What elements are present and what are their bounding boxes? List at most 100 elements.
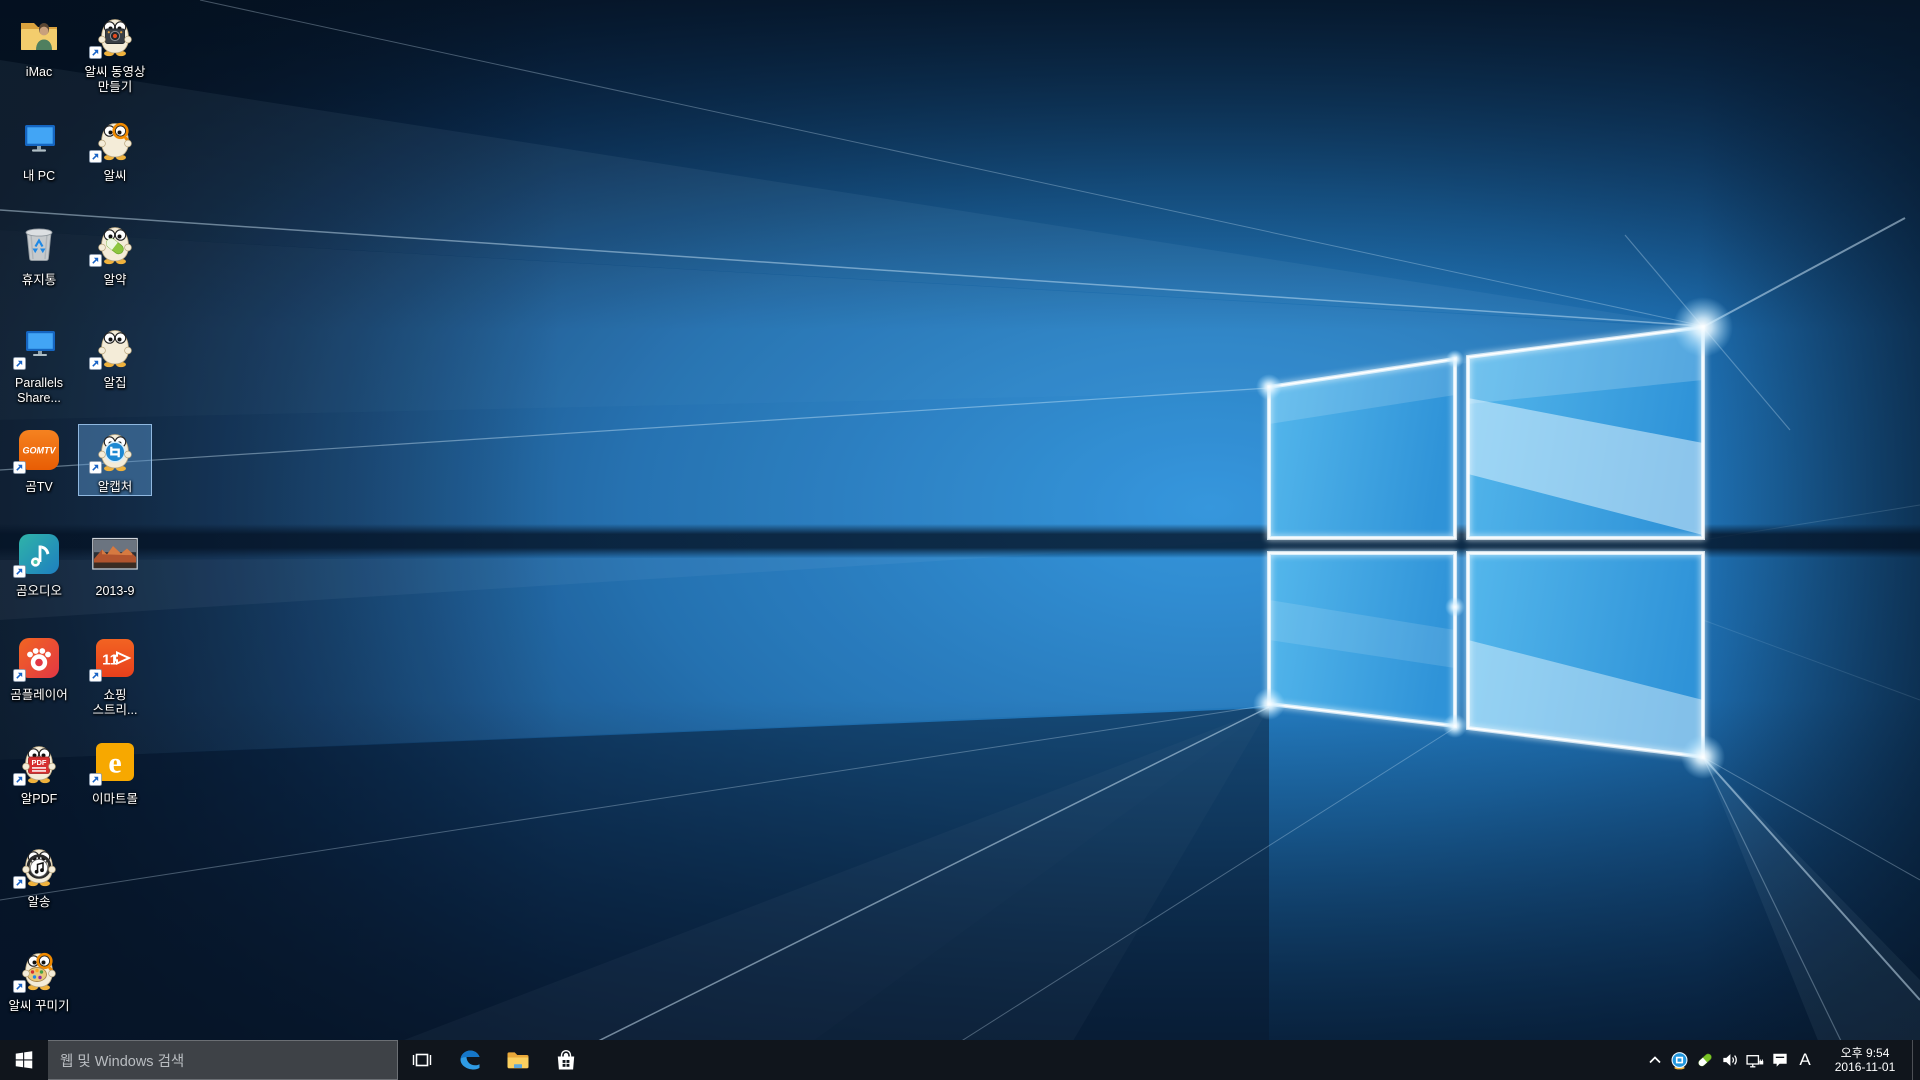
show-desktop-button[interactable] (1912, 1040, 1920, 1080)
desktop-icon-label: 알씨 (79, 169, 151, 184)
desktop-icon-label: 곰플레이어 (3, 688, 75, 703)
desktop-icon-alsee[interactable]: 알씨 (78, 113, 152, 185)
alsee-decorate-icon (16, 946, 62, 992)
desktop-icon-alsee-video-maker[interactable]: 알씨 동영상 만들기 (78, 9, 152, 96)
alsong-icon (16, 842, 62, 888)
action-center-icon (1770, 1050, 1790, 1070)
desktop-icon-label: 내 PC (3, 169, 75, 184)
edge-button[interactable] (446, 1040, 494, 1080)
desktop-icon-label: 알약 (79, 273, 151, 288)
task-view-button[interactable] (398, 1040, 446, 1080)
taskbar-clock[interactable]: 오후 9:54 2016-11-01 (1818, 1040, 1912, 1080)
clock-date: 2016-11-01 (1822, 1060, 1908, 1074)
taskbar: 웹 및 Windows 검색 A 오후 9:54 2016-11-01 (0, 1040, 1920, 1080)
taskbar-search-input[interactable]: 웹 및 Windows 검색 (48, 1040, 398, 1080)
gomtv-icon: GOMTV (16, 427, 62, 473)
tray-alyac-tray[interactable] (1692, 1040, 1717, 1080)
desktop-icon-alsong[interactable]: 알송 (2, 839, 76, 911)
edge-icon (457, 1047, 483, 1073)
shortcut-arrow-icon (13, 669, 26, 682)
svg-text:e: e (108, 747, 121, 780)
svg-text:PDF: PDF (32, 758, 47, 767)
gomplayer-icon (16, 635, 62, 681)
desktop-icon-label: 알씨 동영상 만들기 (79, 65, 151, 95)
shortcut-arrow-icon (89, 357, 102, 370)
speaker-icon (1720, 1050, 1740, 1070)
alzip-icon (92, 323, 138, 369)
alcapture-icon (92, 427, 138, 473)
desktop-icon-alcapture[interactable]: 알캡처 (78, 424, 152, 496)
tray-action-center[interactable] (1767, 1040, 1792, 1080)
emart-icon: e (92, 739, 138, 785)
desktop-icon-label: 알송 (3, 895, 75, 910)
ime-indicator[interactable]: A (1792, 1040, 1818, 1080)
gomaudio-icon (16, 531, 62, 577)
shortcut-arrow-icon (13, 980, 26, 993)
parallels-pc-icon (16, 323, 62, 369)
desktop-icon-label: 곰TV (3, 480, 75, 495)
shortcut-arrow-icon (89, 669, 102, 682)
shortcut-arrow-icon (13, 876, 26, 889)
shortcut-arrow-icon (13, 773, 26, 786)
shortcut-arrow-icon (13, 357, 26, 370)
desktop-icon-emart-mall[interactable]: e이마트몰 (78, 736, 152, 808)
desktop-icon-imac[interactable]: iMac (2, 9, 76, 81)
desktop-icon-shopping-11st[interactable]: 11 쇼핑 스트리... (78, 632, 152, 719)
photo-thumbnail-icon (92, 531, 138, 577)
shortcut-arrow-icon (89, 773, 102, 786)
desktop-icon-parallels-shared[interactable]: Parallels Share... (2, 320, 76, 407)
network-icon (1744, 1050, 1765, 1071)
desktop-icon-alsee-decorate[interactable]: 알씨 꾸미기 (2, 943, 76, 1015)
desktop-icon-label: 곰오디오 (3, 584, 75, 599)
desktop-icon-label: 알PDF (3, 792, 75, 807)
store-button[interactable] (542, 1040, 590, 1080)
shortcut-arrow-icon (89, 254, 102, 267)
recycle-bin-icon (16, 220, 62, 266)
alsee-icon (92, 116, 138, 162)
shortcut-arrow-icon (89, 46, 102, 59)
system-tray: A 오후 9:54 2016-11-01 (1642, 1040, 1920, 1080)
alpdf-icon: PDF (16, 739, 62, 785)
search-placeholder: 웹 및 Windows 검색 (60, 1050, 184, 1071)
desktop-icon-photo-2013-9[interactable]: 2013-9 (78, 528, 152, 600)
file-explorer-button[interactable] (494, 1040, 542, 1080)
this-pc-icon (16, 116, 62, 162)
desktop-icon-label: 2013-9 (79, 584, 151, 599)
shortcut-arrow-icon (89, 150, 102, 163)
alcapture-tray-icon (1670, 1051, 1689, 1070)
desktop-icon-gomtv[interactable]: GOMTV 곰TV (2, 424, 76, 496)
shortcut-arrow-icon (13, 461, 26, 474)
tray-alcapture-tray[interactable] (1667, 1040, 1692, 1080)
desktop-icon-label: 알캡처 (79, 480, 151, 495)
shortcut-arrow-icon (89, 461, 102, 474)
pill-icon (1695, 1050, 1715, 1070)
desktop-icon-alyac[interactable]: 알약 (78, 217, 152, 289)
desktop-icon-alzip[interactable]: 알집 (78, 320, 152, 392)
clock-time: 오후 9:54 (1822, 1046, 1908, 1060)
desktop-icon-label: 휴지통 (3, 273, 75, 288)
tray-network[interactable] (1742, 1040, 1767, 1080)
desktop-icon-recycle-bin[interactable]: 휴지통 (2, 217, 76, 289)
shortcut-arrow-icon (13, 565, 26, 578)
tray-hidden-icons[interactable] (1642, 1040, 1667, 1080)
windows-start-icon (13, 1049, 35, 1071)
task-view-icon (410, 1048, 434, 1072)
tray-volume[interactable] (1717, 1040, 1742, 1080)
desktop-icon-my-pc[interactable]: 내 PC (2, 113, 76, 185)
folder-user-icon (16, 12, 62, 58)
svg-text:GOMTV: GOMTV (23, 446, 57, 456)
desktop-icon-label: Parallels Share... (3, 376, 75, 406)
desktop-icon-gomplayer[interactable]: 곰플레이어 (2, 632, 76, 704)
alyac-icon (92, 220, 138, 266)
desktop-icon-label: 쇼핑 스트리... (79, 688, 151, 718)
desktop-icon-label: 알집 (79, 376, 151, 391)
start-button[interactable] (0, 1040, 48, 1080)
desktop-icon-label: 알씨 꾸미기 (3, 999, 75, 1014)
desktop-icon-gomaudio[interactable]: 곰오디오 (2, 528, 76, 600)
desktop-icon-label: iMac (3, 65, 75, 80)
chevron-up-icon (1646, 1051, 1664, 1069)
windows-store-icon (554, 1048, 578, 1072)
shopping-11st-icon: 11 (92, 635, 138, 681)
file-explorer-icon (505, 1047, 531, 1073)
desktop-icon-alpdf[interactable]: PDF 알PDF (2, 736, 76, 808)
